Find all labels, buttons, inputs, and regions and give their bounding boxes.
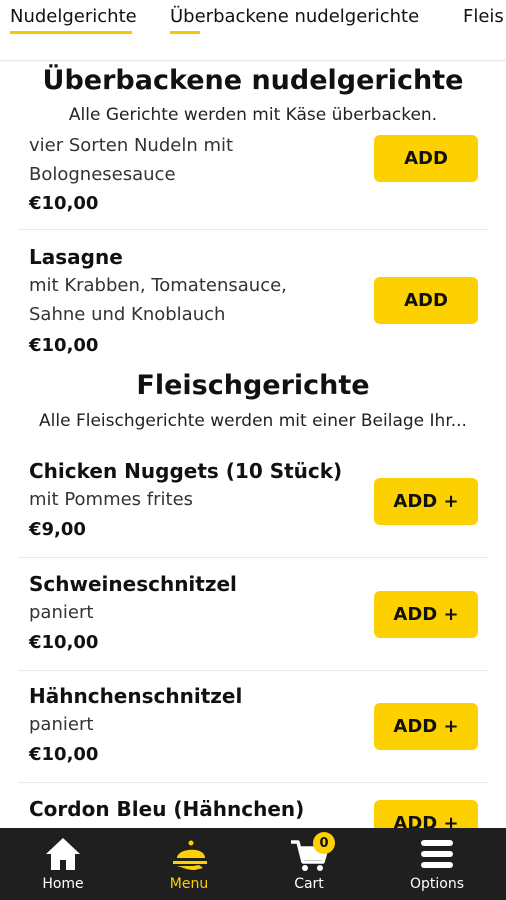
menu-item: Chicken Nuggets (10 Stück) mit Pommes fr… [18,455,488,558]
item-description: paniert [29,714,94,735]
add-button[interactable]: ADD + [374,478,478,525]
menu-list[interactable]: Überbackene nudelgerichte Alle Gerichte … [0,61,506,828]
item-divider [18,782,488,783]
nav-label: Cart [294,876,324,892]
item-price: €10,00 [29,744,99,765]
item-name: Cordon Bleu (Hähnchen) [29,797,305,821]
category-tabs: Nudelgerichte Überbackene nudelgerichte … [0,0,506,61]
tab-label: Nudelgerichte [10,6,137,27]
section-subtitle: Alle Gerichte werden mit Käse überbacken… [68,105,438,125]
item-price: €10,00 [29,193,99,214]
item-name: Chicken Nuggets (10 Stück) [29,459,343,483]
item-description: paniert [29,602,94,623]
add-button[interactable]: ADD [374,135,478,182]
add-button[interactable]: ADD + [374,591,478,638]
nav-label: Menu [169,876,209,892]
nav-label: Options [409,876,465,892]
menu-item: vier Sorten Nudeln mit Bolognesesauce €1… [18,131,488,231]
add-button[interactable]: ADD + [374,800,478,828]
tab-ueberbackene-nudelgerichte[interactable]: Überbackene nudelgerichte [170,6,420,34]
nav-menu[interactable]: Menu [126,828,252,900]
nav-home[interactable]: Home [0,828,126,900]
item-price: €10,00 [29,335,99,356]
item-price: €10,00 [29,632,99,653]
cloche-icon [173,840,207,870]
tab-label: Überbackene nudelgerichte [170,6,420,27]
menu-item: Cordon Bleu (Hähnchen) ADD + [18,793,488,828]
tab-label: Fleis [463,6,504,27]
item-description: mit Pommes frites [29,489,194,510]
item-description: mit Krabben, Tomatensauce, Sahne und Kno… [29,275,287,325]
home-icon [46,838,80,870]
menu-item: Lasagne mit Krabben, Tomatensauce, Sahne… [18,241,488,361]
cart-count-badge: 0 [313,832,335,854]
hamburger-menu-icon [421,840,453,868]
item-name: Lasagne [29,245,123,269]
menu-item: Hähnchenschnitzel paniert €10,00 ADD + [18,680,488,783]
item-divider [18,557,488,558]
item-divider [18,229,488,230]
add-button[interactable]: ADD [374,277,478,324]
item-description: vier Sorten Nudeln mit Bolognesesauce [29,135,234,185]
section-subtitle: Alle Fleischgerichte werden mit einer Be… [39,411,467,431]
item-name: Schweineschnitzel [29,572,237,596]
tab-fleischgerichte[interactable]: Fleis [463,6,504,27]
menu-item: Schweineschnitzel paniert €10,00 ADD + [18,568,488,671]
add-button[interactable]: ADD + [374,703,478,750]
tab-underline [10,31,132,34]
bottom-navigation: Home Menu 0 Cart Options [0,828,506,900]
item-name: Hähnchenschnitzel [29,684,243,708]
nav-label: Home [42,876,84,892]
item-price: €9,00 [29,519,86,540]
nav-options[interactable]: Options [374,828,500,900]
section-title: Überbackene nudelgerichte [42,65,464,96]
tab-underline [170,31,200,34]
section-title: Fleischgerichte [136,370,370,401]
tab-nudelgerichte[interactable]: Nudelgerichte [10,6,137,34]
item-divider [18,670,488,671]
nav-cart[interactable]: 0 Cart [246,828,372,900]
